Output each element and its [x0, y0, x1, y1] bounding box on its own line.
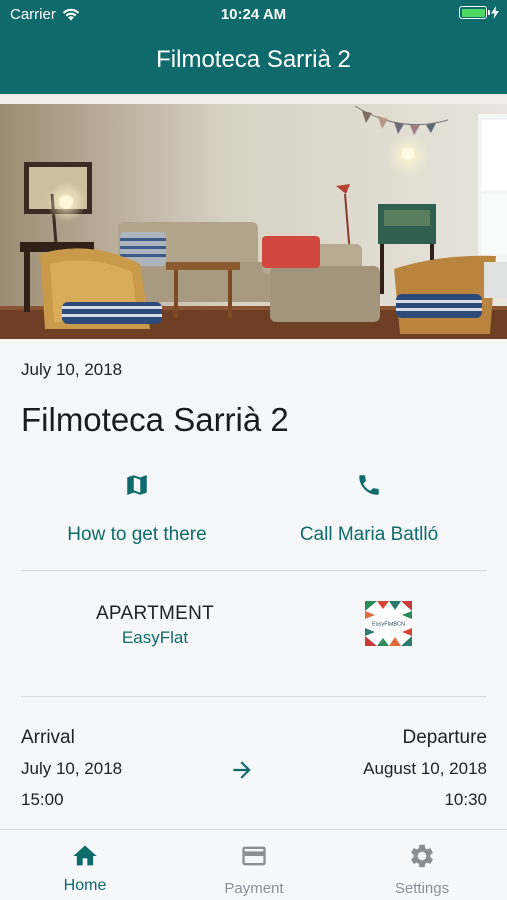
divider [21, 570, 487, 571]
accommodation-type: APARTMENT [95, 603, 215, 624]
nav-title: Filmoteca Sarrià 2 [156, 46, 351, 73]
provider-logo-text: EasyFlatBCN [372, 622, 405, 628]
apartment-photo [0, 94, 507, 339]
booking-details: July 10, 2018 Filmoteca Sarrià 2 How to … [0, 339, 507, 829]
arrival-date: July 10, 2018 [21, 759, 123, 778]
home-icon [73, 845, 97, 866]
battery-icon [459, 6, 490, 19]
phone-icon [359, 475, 379, 495]
call-host-label: Call Maria Batlló [299, 524, 439, 545]
app-header: Carrier 10:24 AM Filmoteca Sarrià 2 [0, 0, 507, 94]
provider-name: EasyFlat [121, 628, 189, 647]
map-icon [127, 475, 147, 495]
charging-bolt-icon [491, 6, 499, 19]
arrival-time: 15:00 [21, 790, 64, 809]
tab-bar: Home Payment Settings [0, 829, 507, 900]
departure-label: Departure [402, 727, 488, 748]
departure-time: 10:30 [444, 790, 487, 809]
gear-icon [411, 844, 433, 868]
divider [21, 696, 487, 697]
directions-button[interactable]: How to get there [17, 472, 257, 546]
tab-home[interactable]: Home [20, 842, 150, 895]
battery-indicator [459, 6, 499, 19]
arrow-right-icon [233, 761, 251, 779]
booking-date: July 10, 2018 [21, 360, 123, 379]
tab-payment[interactable]: Payment [189, 842, 319, 897]
provider-logo: EasyFlatBCN [365, 601, 412, 646]
arrival-label: Arrival [21, 727, 75, 748]
tab-home-label: Home [63, 877, 107, 894]
departure-date: August 10, 2018 [363, 759, 487, 778]
arrival-info: Arrival July 10, 2018 15:00 [21, 727, 122, 810]
departure-info: Departure August 10, 2018 10:30 [363, 727, 487, 810]
directions-label: How to get there [67, 524, 207, 545]
call-host-button[interactable]: Call Maria Batlló [249, 472, 489, 546]
property-title: Filmoteca Sarrià 2 [21, 401, 289, 438]
accommodation-info: APARTMENT EasyFlat [40, 603, 270, 648]
tab-settings[interactable]: Settings [357, 842, 487, 897]
status-bar: Carrier 10:24 AM [0, 0, 507, 28]
status-time: 10:24 AM [220, 6, 287, 23]
tab-settings-label: Settings [394, 880, 450, 897]
credit-card-icon [242, 846, 266, 866]
tab-payment-label: Payment [224, 880, 284, 897]
